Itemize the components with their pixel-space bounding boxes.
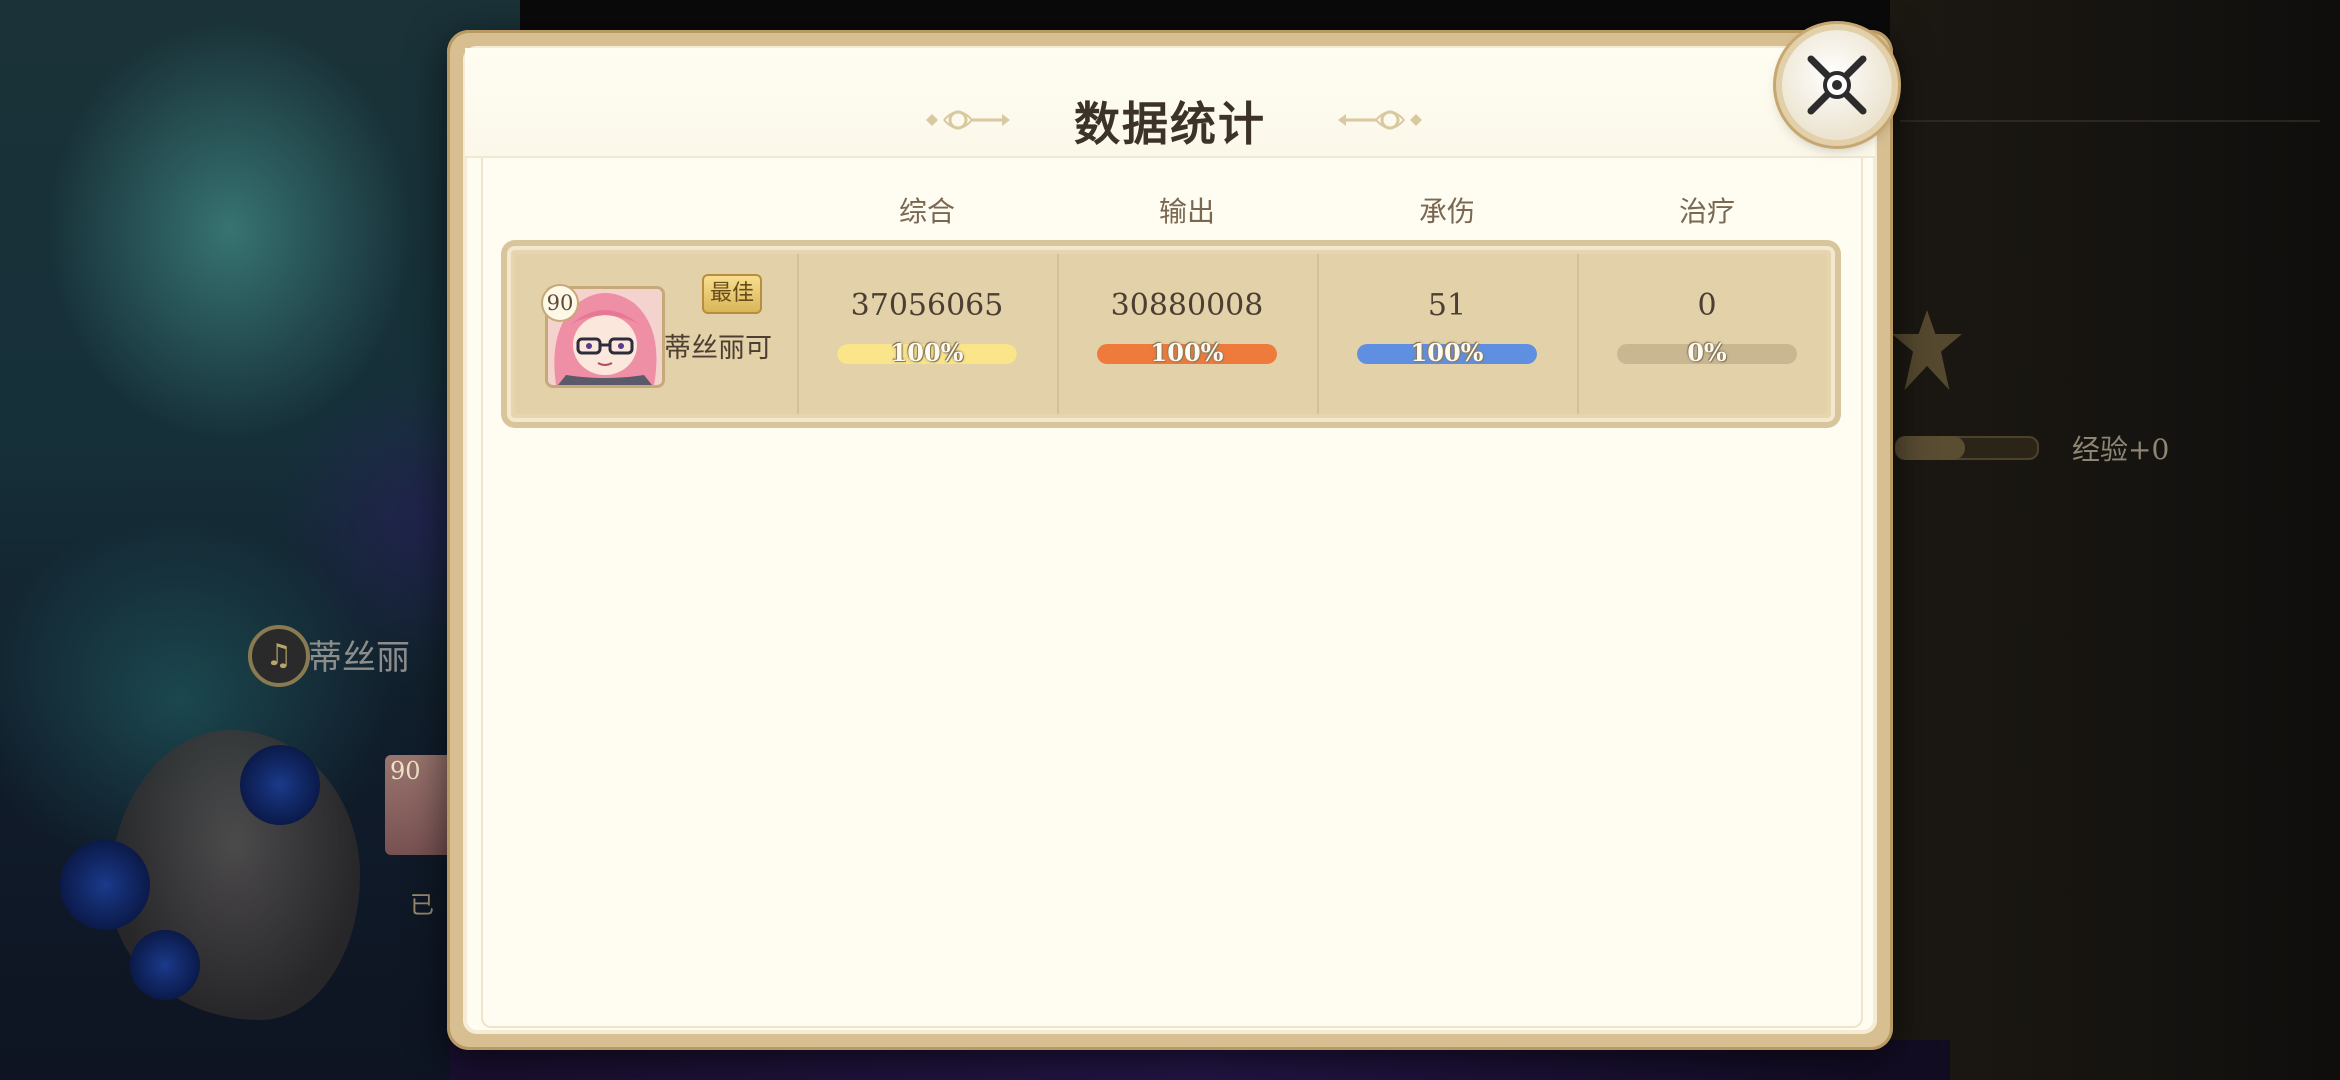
column-header-damage-taken: 承伤 [1418, 195, 1475, 228]
background-rose [240, 745, 320, 825]
stat-percent-damage: 100% [1150, 338, 1224, 367]
cell-divider [1057, 254, 1059, 414]
close-icon [1807, 55, 1867, 115]
background-divider [1900, 120, 2320, 122]
stat-percent-overall: 100% [890, 338, 964, 367]
column-header-overall: 综合 [898, 195, 955, 228]
stat-value-overall: 37056065 [850, 288, 1004, 323]
background-card-tag: 已 [410, 891, 434, 919]
title-ornament-right-icon [1338, 110, 1422, 130]
background-rose [130, 930, 200, 1000]
cell-divider [1577, 254, 1579, 414]
background-card-level: 90 [390, 757, 421, 785]
background-character-name: 蒂丝丽 [308, 638, 410, 678]
stat-value-damage-taken: 51 [1427, 288, 1467, 323]
close-button[interactable] [1782, 30, 1892, 140]
background-exp-fill [1895, 436, 1965, 460]
hero-name: 蒂丝丽可 [664, 333, 772, 364]
stat-value-healing: 0 [1697, 288, 1717, 323]
column-header-damage: 输出 [1158, 195, 1215, 228]
background-rose [60, 840, 150, 930]
stat-percent-healing: 0% [1687, 338, 1727, 367]
page-title: 数据统计 [1074, 97, 1266, 151]
hero-level-badge: 90 [541, 284, 579, 322]
background-exp-text: 经验+0 [2072, 433, 2170, 466]
stat-percent-damage-taken: 100% [1410, 338, 1484, 367]
lyre-emblem-icon: ♫ [248, 625, 310, 687]
background-right-panel [1890, 0, 2340, 1080]
column-header-healing: 治疗 [1678, 195, 1735, 228]
mvp-badge: 最佳 [702, 274, 762, 314]
cell-divider [1317, 254, 1319, 414]
stat-value-damage: 30880008 [1110, 288, 1264, 323]
cell-divider [797, 254, 799, 414]
